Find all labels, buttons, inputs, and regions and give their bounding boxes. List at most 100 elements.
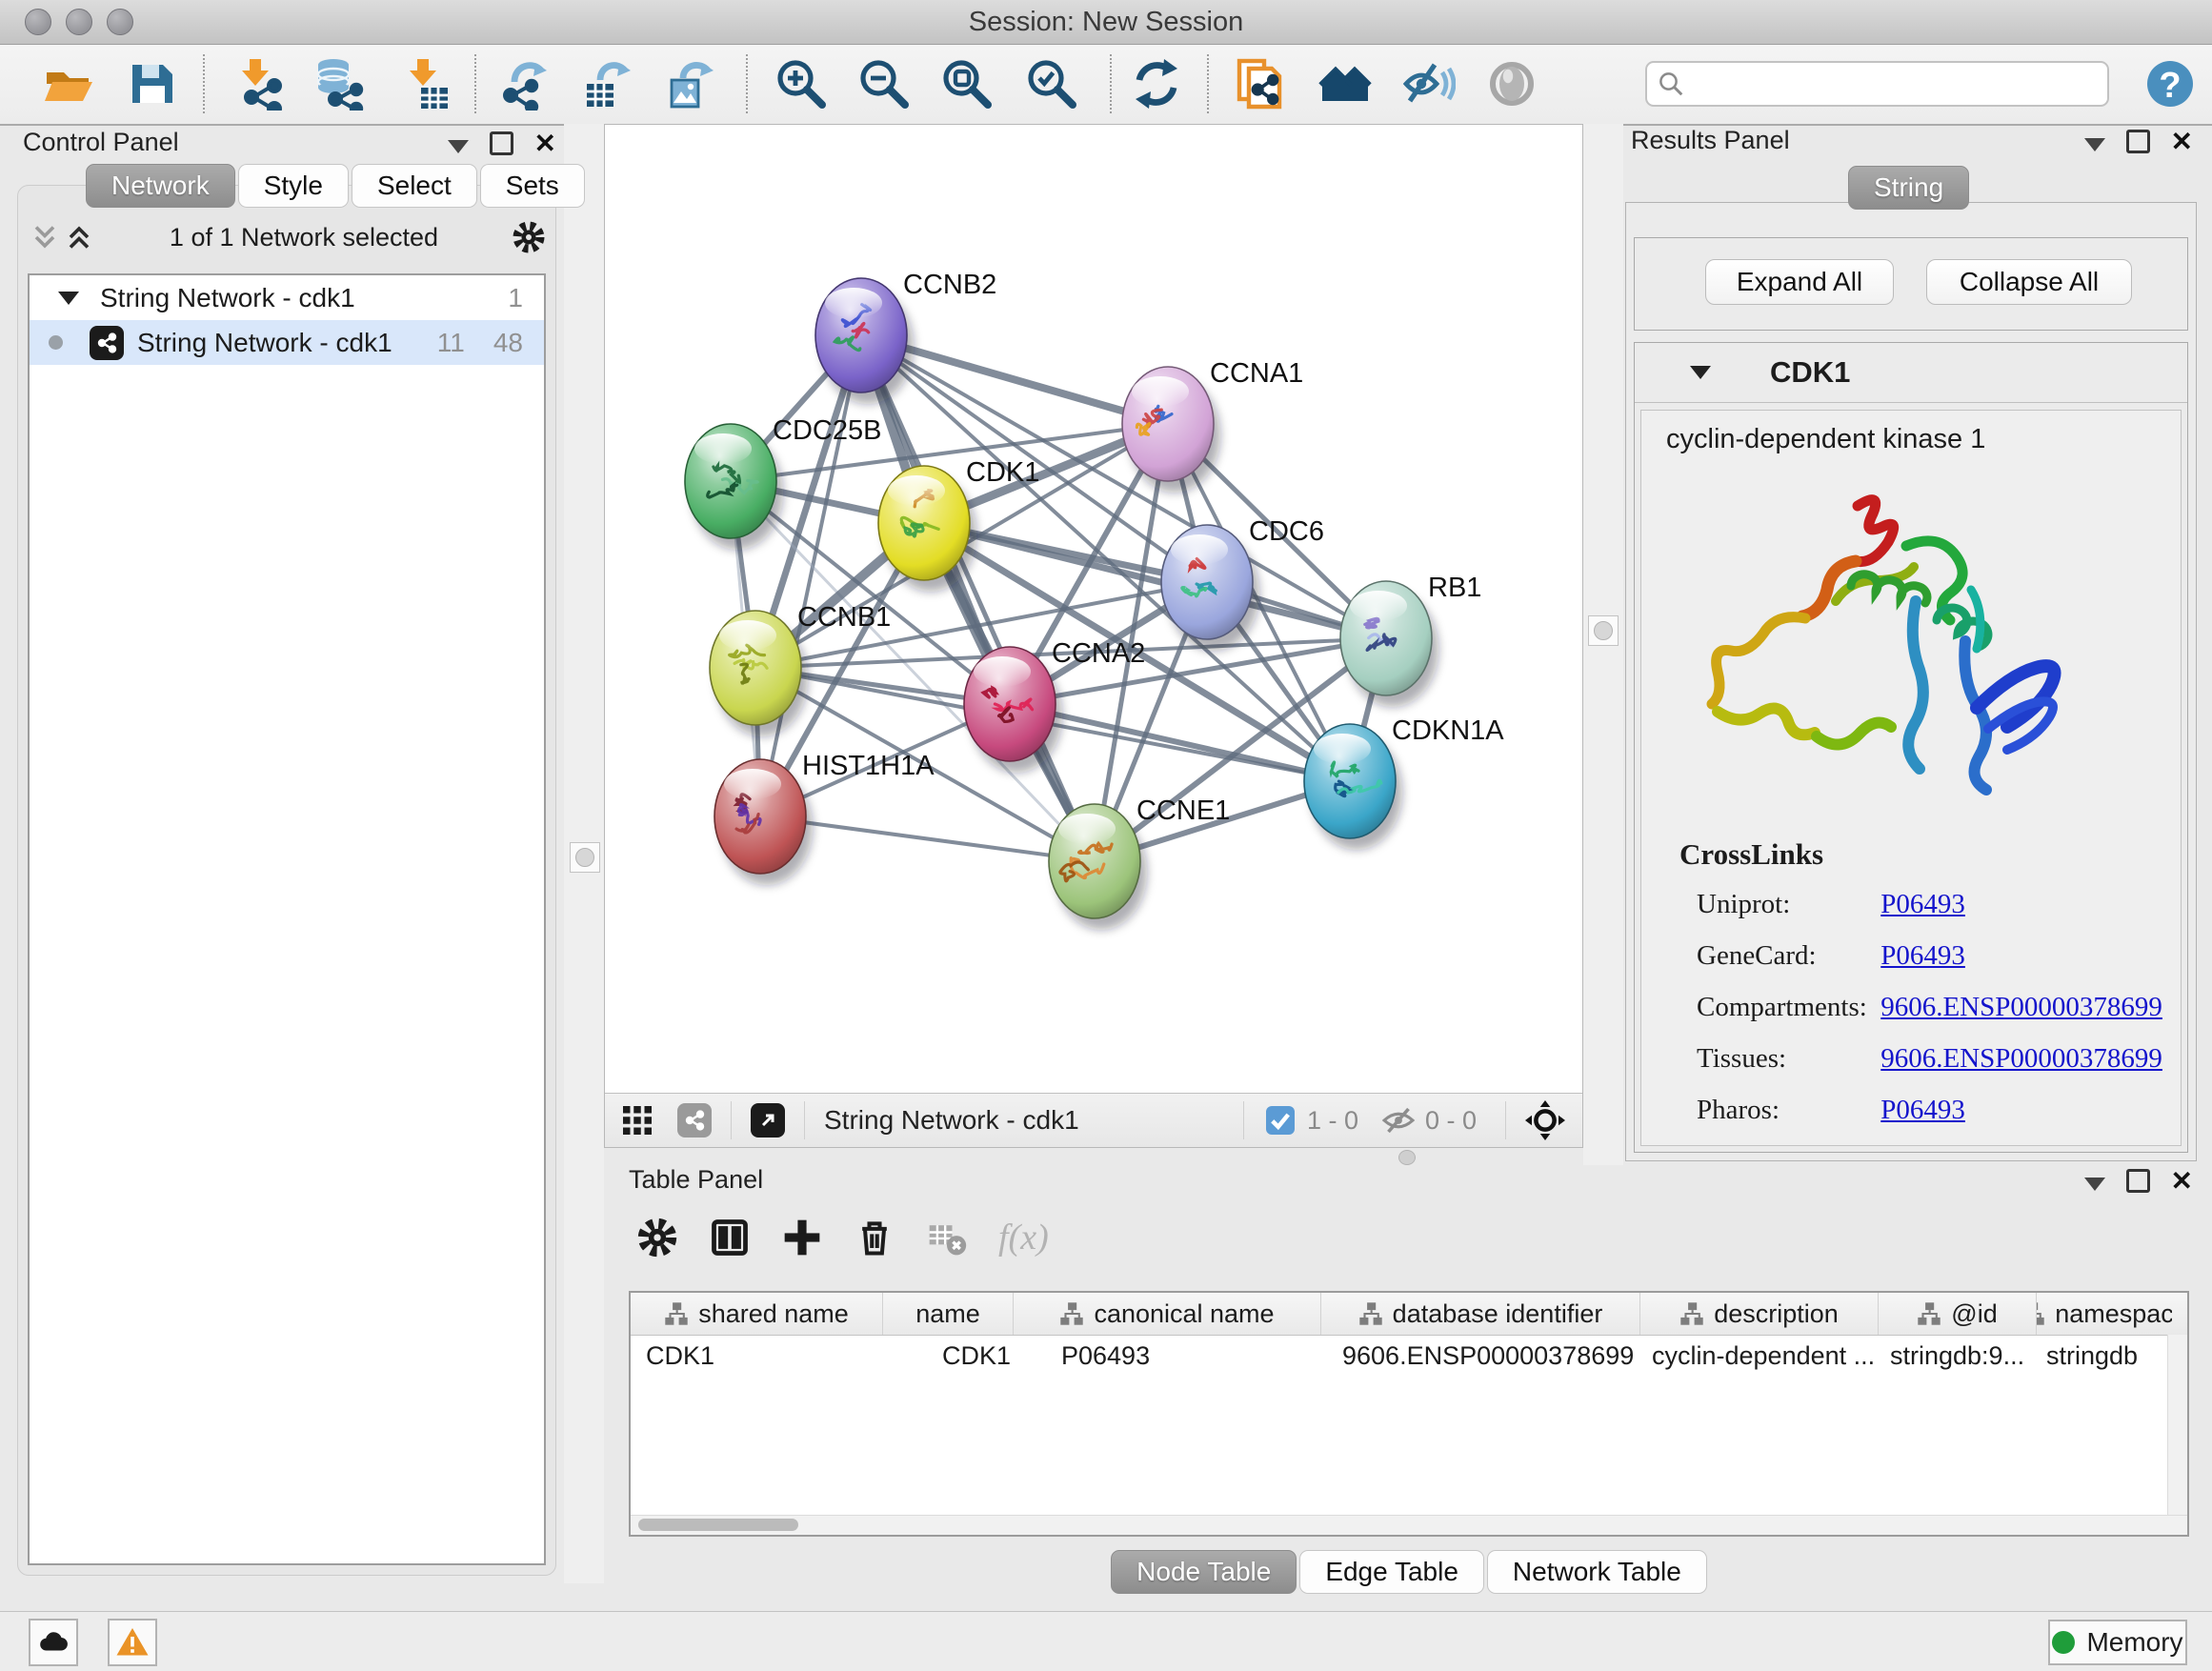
panel-float-icon[interactable] — [2126, 1169, 2150, 1193]
export-image-button[interactable] — [664, 57, 717, 111]
export-network-button[interactable] — [499, 57, 553, 111]
network-node-CDKN1A[interactable] — [1304, 724, 1402, 850]
column-header-id[interactable]: @id — [1879, 1293, 2037, 1335]
selected-checkbox-icon[interactable] — [1263, 1103, 1297, 1137]
expand-all-button[interactable]: Expand All — [1705, 259, 1894, 305]
add-column-icon[interactable] — [781, 1217, 823, 1258]
tab-select[interactable]: Select — [352, 164, 477, 208]
column-header-database-identifier[interactable]: database identifier — [1321, 1293, 1640, 1335]
horizontal-splitter-handle[interactable] — [1398, 1150, 1416, 1165]
left-splitter[interactable] — [564, 124, 604, 1583]
gene-header[interactable]: CDK1 — [1635, 343, 2187, 403]
warnings-button[interactable] — [108, 1619, 157, 1666]
export-table-button[interactable] — [581, 57, 634, 111]
network-node-RB1[interactable] — [1340, 581, 1438, 707]
toolbar-separator — [474, 54, 476, 113]
column-header-canonical-name[interactable]: canonical name — [1014, 1293, 1321, 1335]
zoom-in-button[interactable] — [774, 57, 828, 111]
apply-preferred-layout-button[interactable] — [1130, 57, 1183, 111]
network-view-share-icon[interactable] — [677, 1103, 712, 1137]
network-row[interactable]: String Network - cdk1 11 48 — [30, 320, 544, 365]
crosslink-genecard-link[interactable]: P06493 — [1880, 940, 1965, 971]
panel-menu-icon[interactable] — [2084, 138, 2105, 151]
import-table-from-file-button[interactable] — [400, 57, 453, 111]
network-canvas[interactable]: CCNB2CCNA1CDC25BCDK1CDC6RB1CCNB1CCNA2CDK… — [605, 125, 1582, 1094]
crosslink-pharos-link[interactable]: P06493 — [1880, 1095, 1965, 1125]
cell-shared-name[interactable]: CDK1 — [631, 1341, 883, 1371]
gear-icon[interactable] — [512, 220, 546, 254]
import-network-from-file-button[interactable] — [232, 57, 286, 111]
duplicate-network-button[interactable] — [1234, 57, 1287, 111]
column-header-namespace[interactable]: namespace — [2037, 1293, 2172, 1335]
horizontal-scrollbar-thumb[interactable] — [638, 1519, 798, 1531]
tab-network[interactable]: Network — [86, 164, 235, 208]
panel-menu-icon[interactable] — [448, 140, 469, 153]
hide-glass-eye-button[interactable] — [1402, 57, 1456, 111]
right-splitter-handle[interactable] — [1588, 615, 1619, 646]
collapse-all-icon[interactable] — [28, 220, 62, 254]
panel-float-icon[interactable] — [490, 131, 513, 155]
network-node-HIST1H1A[interactable] — [714, 759, 813, 885]
right-splitter[interactable] — [1583, 124, 1623, 1165]
crosslink-uniprot-link[interactable]: P06493 — [1880, 889, 1965, 919]
cell-database-identifier[interactable]: 9606.ENSP00000378699 — [1321, 1341, 1640, 1371]
collection-expand-icon[interactable] — [58, 292, 79, 305]
detach-view-icon[interactable] — [751, 1103, 785, 1137]
glass-eye-button[interactable] — [1485, 57, 1538, 111]
network-node-CCNA2[interactable] — [964, 647, 1062, 773]
zoom-selected-button[interactable] — [1025, 57, 1078, 111]
tab-sets[interactable]: Sets — [480, 164, 585, 208]
delete-column-icon[interactable] — [854, 1217, 895, 1258]
column-header-description[interactable]: description — [1640, 1293, 1879, 1335]
two-houses-button[interactable] — [1318, 57, 1372, 111]
collapse-all-button[interactable]: Collapse All — [1926, 259, 2132, 305]
show-columns-icon[interactable] — [709, 1217, 751, 1258]
network-collection-row[interactable]: String Network - cdk1 1 — [30, 275, 544, 320]
zoom-out-button[interactable] — [857, 57, 911, 111]
left-splitter-handle[interactable] — [570, 842, 600, 873]
tab-network-table[interactable]: Network Table — [1487, 1550, 1707, 1594]
table-gear-icon[interactable] — [636, 1217, 678, 1258]
search-input[interactable] — [1685, 69, 2107, 100]
table-row[interactable]: CDK1 CDK1 P06493 9606.ENSP00000378699 cy… — [631, 1336, 2187, 1376]
column-header-shared-name[interactable]: shared name — [631, 1293, 883, 1335]
memory-button[interactable]: Memory — [2048, 1620, 2187, 1665]
tab-edge-table[interactable]: Edge Table — [1299, 1550, 1484, 1594]
tab-style[interactable]: Style — [238, 164, 349, 208]
tab-node-table[interactable]: Node Table — [1111, 1550, 1297, 1594]
tab-string[interactable]: String — [1848, 166, 1969, 210]
cell-name[interactable]: CDK1 — [883, 1341, 1014, 1371]
network-node-CCNB2[interactable] — [815, 278, 914, 404]
panel-close-icon[interactable]: ✕ — [2171, 131, 2193, 152]
save-session-button[interactable] — [125, 57, 178, 111]
zoom-fit-button[interactable] — [940, 57, 994, 111]
panel-close-icon[interactable]: ✕ — [534, 133, 556, 154]
network-node-CCNE1[interactable] — [1049, 804, 1147, 930]
network-node-CDC6[interactable] — [1161, 525, 1259, 651]
network-view[interactable]: CCNB2CCNA1CDC25BCDK1CDC6RB1CCNB1CCNA2CDK… — [604, 124, 1583, 1148]
birdseye-crosshair-icon[interactable] — [1525, 1100, 1565, 1140]
crosslink-compartments-link[interactable]: 9606.ENSP00000378699 — [1880, 992, 2162, 1022]
column-header-name[interactable]: name — [883, 1293, 1014, 1335]
panel-close-icon[interactable]: ✕ — [2171, 1171, 2193, 1192]
panel-float-icon[interactable] — [2126, 130, 2150, 153]
import-network-from-database-button[interactable] — [312, 57, 366, 111]
toolbar-search[interactable] — [1645, 61, 2109, 107]
help-button[interactable]: ? — [2143, 57, 2197, 111]
open-session-button[interactable] — [41, 57, 94, 111]
horizontal-scrollbar[interactable] — [631, 1515, 2187, 1535]
collapse-gene-icon[interactable] — [1690, 366, 1711, 379]
cloud-status-button[interactable] — [29, 1619, 78, 1666]
cell-namespace[interactable]: stringdb — [2037, 1341, 2172, 1371]
expand-all-icon[interactable] — [62, 220, 96, 254]
node-label-CCNE1: CCNE1 — [1136, 795, 1230, 826]
cell-description[interactable]: cyclin-dependent ... — [1640, 1341, 1879, 1371]
panel-menu-icon[interactable] — [2084, 1178, 2105, 1191]
vertical-scrollbar[interactable] — [2167, 1335, 2187, 1516]
network-view-title: String Network - cdk1 — [824, 1105, 1079, 1136]
database-icon — [312, 57, 366, 111]
cell-canonical-name[interactable]: P06493 — [1014, 1341, 1321, 1371]
cell-id[interactable]: stringdb:9... — [1879, 1341, 2037, 1371]
crosslink-tissues-link[interactable]: 9606.ENSP00000378699 — [1880, 1043, 2162, 1074]
grid-view-icon[interactable] — [620, 1103, 654, 1137]
